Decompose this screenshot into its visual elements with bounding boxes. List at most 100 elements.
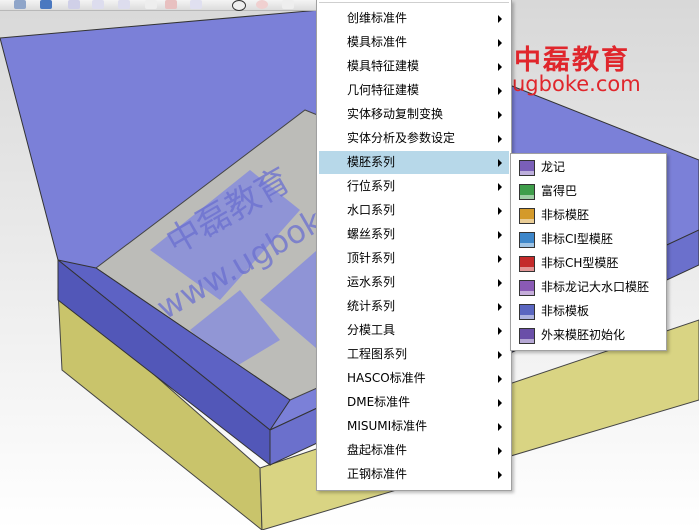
menu-item[interactable]: 工程图系列 — [319, 343, 509, 366]
submenu-arrow-icon — [498, 303, 502, 311]
menu-item-label: HASCO标准件 — [347, 371, 426, 385]
menu-item[interactable]: 顶针系列 — [319, 247, 509, 270]
circle-icon[interactable] — [232, 0, 246, 11]
submenu-item-label: 非标模板 — [541, 304, 590, 318]
line-icon[interactable] — [92, 0, 104, 9]
submenu-arrow-icon — [498, 39, 502, 47]
points-icon[interactable] — [165, 0, 177, 9]
snap-point-icon[interactable] — [68, 0, 80, 9]
mold-base-blue-icon — [519, 232, 535, 248]
menu-item-label: 正钢标准件 — [347, 467, 408, 481]
submenu-item[interactable]: 非标模胚 — [513, 204, 664, 227]
submenu-arrow-icon — [498, 183, 502, 191]
submenu-arrow-icon — [498, 87, 502, 95]
menu-item[interactable]: 实体分析及参数设定 — [319, 127, 509, 150]
submenu-arrow-icon — [498, 111, 502, 119]
submenu-arrow-icon — [498, 63, 502, 71]
menu-item-label: DME标准件 — [347, 395, 411, 409]
menu-item-label: 创维标准件 — [347, 11, 408, 25]
menu-item-label: 几何特征建模 — [347, 83, 420, 97]
menu-item-label: 运水系列 — [347, 275, 396, 289]
submenu-item[interactable]: 非标CH型模胚 — [513, 252, 664, 275]
menu-item[interactable]: 模具标准件 — [319, 31, 509, 54]
menu-item-label: 螺丝系列 — [347, 227, 396, 241]
menu-item-label: 统计系列 — [347, 299, 396, 313]
submenu-item-label: 龙记 — [541, 160, 566, 174]
menu-item[interactable]: 螺丝系列 — [319, 223, 509, 246]
menu-item-label: 分模工具 — [347, 323, 396, 337]
mold-base-purple-icon — [519, 280, 535, 296]
menu-item[interactable]: 几何特征建模 — [319, 79, 509, 102]
menu-item[interactable]: 统计系列 — [319, 295, 509, 318]
menu-item[interactable]: 正钢标准件 — [319, 463, 509, 486]
menu-item[interactable]: HASCO标准件 — [319, 367, 509, 390]
submenu-item[interactable]: 非标CI型模胚 — [513, 228, 664, 251]
menu-item-label: 实体移动复制变换 — [347, 107, 444, 121]
menu-top-separator — [319, 2, 509, 3]
menu-item-label: 模具标准件 — [347, 35, 408, 49]
submenu-arrow-icon — [498, 351, 502, 359]
mold-init-icon — [519, 328, 535, 344]
mold-plate-icon — [519, 304, 535, 320]
grid-icon[interactable] — [190, 0, 202, 9]
target-icon[interactable] — [256, 0, 268, 9]
menu-item-label: MISUMI标准件 — [347, 419, 428, 433]
cube-icon[interactable] — [14, 0, 26, 9]
submenu-arrow-icon — [498, 375, 502, 383]
submenu-arrow-icon — [498, 423, 502, 431]
menu-item-label: 顶针系列 — [347, 251, 396, 265]
mold-base-red-icon — [519, 256, 535, 272]
top-toolbar — [0, 0, 320, 11]
plugin-menu: 创维标准件模具标准件模具特征建模 几何特征建模实体移动复制变换 实体分析及参数设定模… — [316, 0, 512, 491]
submenu-arrow-icon — [498, 231, 502, 239]
watermark-url: ugboke.com — [512, 72, 641, 96]
submenu-item[interactable]: 龙记 — [513, 156, 664, 179]
menu-item-label: 模胚系列 — [347, 155, 396, 169]
menu-item[interactable]: 盘起标准件 — [319, 439, 509, 462]
solid-cube-icon[interactable] — [40, 0, 52, 9]
submenu-arrow-icon — [498, 255, 502, 263]
submenu-item[interactable]: 非标龙记大水口模胚 — [513, 276, 664, 299]
menu-item-label: 工程图系列 — [347, 347, 408, 361]
mold-base-green-icon — [519, 184, 535, 200]
submenu-item-label: 富得巴 — [541, 184, 578, 198]
submenu-item-label: 非标龙记大水口模胚 — [541, 280, 650, 294]
plus-icon[interactable] — [282, 0, 294, 9]
menu-item-label: 行位系列 — [347, 179, 396, 193]
submenu-arrow-icon — [498, 471, 502, 479]
menu-item[interactable]: 模具特征建模 — [319, 55, 509, 78]
submenu-arrow-icon — [498, 327, 502, 335]
submenu-arrow-icon — [498, 15, 502, 23]
submenu-item-label: 非标模胚 — [541, 208, 590, 222]
submenu-item-label: 非标CH型模胚 — [541, 256, 619, 270]
menu-item-label: 水口系列 — [347, 203, 396, 217]
menu-item[interactable]: 行位系列 — [319, 175, 509, 198]
submenu-arrow-icon — [498, 207, 502, 215]
submenu-arrow-icon — [498, 135, 502, 143]
submenu-arrow-icon — [498, 279, 502, 287]
submenu-item[interactable]: 富得巴 — [513, 180, 664, 203]
submenu-arrow-icon — [498, 447, 502, 455]
submenu-arrow-icon — [498, 159, 502, 167]
submenu-item-label: 非标CI型模胚 — [541, 232, 613, 246]
mold-base-submenu: 龙记富得巴非标模胚非标CI型模胚 非标CH型模胚非标龙记大水口模胚 非标模板外来模胚… — [510, 153, 667, 351]
menu-item-label: 模具特征建模 — [347, 59, 420, 73]
submenu-item[interactable]: 非标模板 — [513, 300, 664, 323]
menu-item[interactable]: 实体移动复制变换 — [319, 103, 509, 126]
menu-item[interactable]: MISUMI标准件 — [319, 415, 509, 438]
submenu-item[interactable]: 外来模胚初始化 — [513, 324, 664, 347]
menu-item[interactable]: 分模工具 — [319, 319, 509, 342]
menu-item-label: 实体分析及参数设定 — [347, 131, 456, 145]
menu-item[interactable]: DME标准件 — [319, 391, 509, 414]
menu-item-label: 盘起标准件 — [347, 443, 408, 457]
submenu-arrow-icon — [498, 399, 502, 407]
menu-item[interactable]: 模胚系列 — [319, 151, 509, 174]
menu-item[interactable]: 水口系列 — [319, 199, 509, 222]
menu-item[interactable]: 运水系列 — [319, 271, 509, 294]
arc-icon[interactable] — [145, 0, 157, 9]
menu-item[interactable]: 创维标准件 — [319, 7, 509, 30]
submenu-item-label: 外来模胚初始化 — [541, 328, 626, 342]
mold-base-orange-icon — [519, 208, 535, 224]
arrow-icon[interactable] — [118, 0, 130, 9]
mold-base-icon — [519, 160, 535, 176]
